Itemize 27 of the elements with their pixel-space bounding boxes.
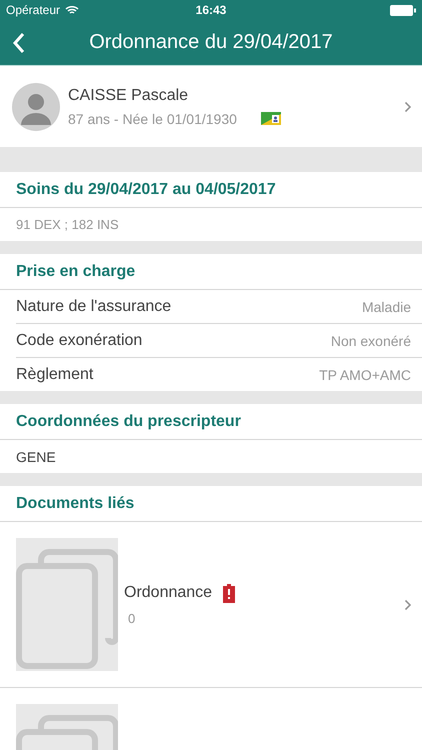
document-row[interactable]: Ordonnance 0 (0, 522, 422, 688)
patient-name: CAISSE Pascale (68, 86, 190, 104)
status-time: 16:43 (196, 3, 226, 17)
carrier-name: Opérateur (6, 3, 60, 17)
section-text: 91 DEX ; 182 INS (16, 217, 119, 232)
field-value: TP AMO+AMC (319, 366, 411, 382)
battery-icon (390, 4, 416, 16)
chevron-right-icon (404, 100, 412, 112)
field-value: Non exonéré (330, 332, 411, 348)
field-label: Nature de l'assurance (16, 298, 172, 316)
chevron-right-icon (404, 598, 412, 610)
back-icon (12, 32, 26, 54)
field-value: Maladie (362, 298, 411, 314)
document-count: 0 (128, 611, 136, 626)
field-label: Code exonération (16, 332, 142, 350)
section-title: Prise en charge (16, 262, 136, 280)
nav-title: Ordonnance du 29/04/2017 (89, 31, 333, 54)
field-label: Règlement (16, 366, 94, 384)
wifi-icon (65, 5, 80, 15)
avatar (12, 82, 60, 130)
document-title: Ordonnance (124, 584, 212, 602)
patient-details: 87 ans - Née le 01/01/1930 (68, 110, 237, 126)
section-title: Coordonnées du prescripteur (16, 412, 241, 430)
section-title: Documents liés (16, 494, 134, 512)
document-thumbnail-icon (16, 538, 118, 671)
section-text: GENE (16, 448, 56, 464)
section-title: Soins du 29/04/2017 au 04/05/2017 (16, 180, 276, 198)
